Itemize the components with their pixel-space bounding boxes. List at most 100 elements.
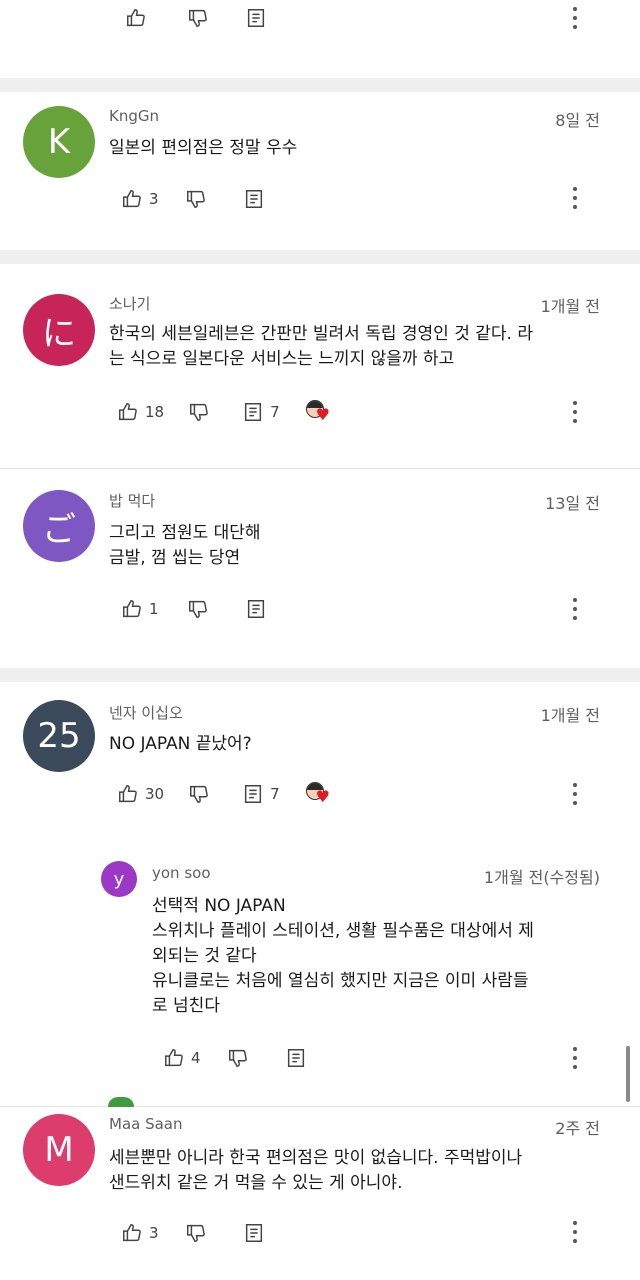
heart-icon: ♥ — [315, 787, 330, 806]
avatar[interactable]: y — [101, 861, 137, 897]
comment-text-line: 한국의 세븐일레븐은 간판만 빌려서 독립 경영인 것 같다. 라 — [109, 324, 533, 344]
reply-comment-icon — [245, 785, 262, 803]
comment-time: 8일 전 — [555, 111, 600, 130]
comment-time: 1개월 전(수정됨) — [483, 868, 600, 887]
thumb-down-icon — [190, 785, 208, 803]
comment-text-line: 유니클로는 처음에 열심히 했지만 지금은 이미 사람들 — [152, 971, 529, 991]
comment-text-line: NO JAPAN 끝났어? — [109, 734, 252, 754]
thumb-down-icon — [190, 403, 208, 421]
comment-author[interactable]: 소나기 — [109, 293, 150, 314]
thumb-up-icon — [119, 785, 137, 803]
comment-time: 2주 전 — [555, 1119, 600, 1138]
reply-button[interactable] — [245, 597, 267, 621]
reply-button[interactable] — [243, 187, 265, 211]
reply-count: 7 — [270, 785, 280, 803]
like-button[interactable]: 3 — [121, 187, 159, 211]
creator-heart-icon: ♥ — [305, 400, 334, 424]
like-count: 1 — [149, 600, 159, 618]
like-count: 3 — [149, 1224, 159, 1242]
dislike-button[interactable] — [185, 1221, 207, 1245]
heart-icon: ♥ — [315, 405, 330, 424]
reply-button[interactable]: 7 — [242, 400, 280, 424]
reply-comment-icon — [247, 9, 265, 27]
separator — [0, 1106, 640, 1107]
reply-button[interactable]: 7 — [242, 782, 280, 806]
comment-text-line: 금발, 껌 씹는 당연 — [109, 548, 241, 568]
thumb-down-icon — [186, 190, 205, 208]
comment-time: 1개월 전 — [540, 706, 600, 725]
thumb-up-icon — [119, 403, 137, 421]
comment-actions: 4 — [163, 1046, 307, 1070]
thumb-down-icon — [228, 1049, 247, 1067]
reply-comment-icon — [245, 1224, 262, 1242]
separator — [0, 78, 640, 92]
like-button[interactable]: 1 — [121, 597, 159, 621]
dislike-button[interactable] — [188, 400, 210, 424]
reply-comment-icon — [287, 1049, 304, 1067]
reply-button[interactable] — [243, 1221, 265, 1245]
comment-author[interactable]: Maa Saan — [109, 1115, 183, 1133]
comment-text: NO JAPAN 끝났어? — [109, 732, 609, 757]
comment-text: 선택적 NO JAPAN 스위치나 플레이 스테이션, 생활 필수품은 대상에서… — [152, 894, 612, 1019]
thumb-down-icon — [188, 600, 207, 618]
comment-text-line: 는 식으로 일본다운 서비스는 느끼지 않을까 하고 — [109, 349, 455, 369]
comment-actions: 18 7 ♥ — [117, 400, 334, 424]
comment-text-line: 샌드위치 같은 거 먹을 수 있는 게 아니야. — [109, 1173, 403, 1193]
like-count: 3 — [149, 190, 159, 208]
reply-button[interactable] — [285, 1046, 307, 1070]
separator — [0, 668, 640, 682]
dislike-button[interactable] — [188, 782, 210, 806]
dislike-button[interactable] — [187, 597, 209, 621]
comment-author[interactable]: 밥 먹다 — [109, 490, 155, 511]
comment-time: 13일 전 — [545, 494, 600, 513]
thumb-down-icon — [189, 9, 207, 27]
avatar[interactable]: ご — [23, 490, 95, 562]
dislike-button[interactable] — [187, 6, 209, 30]
comment-text: 세븐뿐만 아니라 한국 편의점은 맛이 없습니다. 주먹밥이나 샌드위치 같은 … — [109, 1146, 619, 1196]
thumb-up-icon — [123, 600, 141, 618]
more-vert-icon[interactable] — [565, 4, 585, 32]
more-vert-icon[interactable] — [565, 184, 585, 212]
scrollbar[interactable] — [626, 1046, 630, 1102]
thumb-down-icon — [186, 1224, 205, 1242]
more-vert-icon[interactable] — [565, 1044, 585, 1072]
comment-text-line: 세븐뿐만 아니라 한국 편의점은 맛이 없습니다. 주먹밥이나 — [109, 1148, 523, 1168]
more-vert-icon[interactable] — [565, 1218, 585, 1246]
like-button[interactable]: 18 — [117, 400, 164, 424]
like-button[interactable] — [125, 6, 147, 30]
dislike-button[interactable] — [185, 187, 207, 211]
thumb-up-icon — [127, 9, 145, 27]
like-count: 30 — [145, 785, 165, 803]
comment-actions: 3 — [121, 1221, 265, 1245]
thumb-up-icon — [123, 190, 141, 208]
like-button[interactable]: 3 — [121, 1221, 159, 1245]
comment-author[interactable]: yon soo — [152, 864, 211, 882]
comment-text-line: 외되는 것 같다 — [152, 946, 257, 966]
reply-comment-icon — [245, 403, 262, 421]
like-button[interactable]: 30 — [117, 782, 164, 806]
avatar[interactable]: K — [23, 106, 95, 178]
comment-actions: 30 7 ♥ — [117, 782, 334, 806]
avatar[interactable]: M — [23, 1114, 95, 1186]
dislike-button[interactable] — [227, 1046, 249, 1070]
comment-text-line: 일본의 편의점은 정말 우수 — [109, 138, 298, 158]
thumb-up-icon — [165, 1049, 183, 1067]
comment-text-line: 선택적 NO JAPAN — [152, 896, 286, 916]
next-reply-avatar-peek — [108, 1097, 134, 1107]
avatar[interactable]: に — [23, 294, 95, 366]
more-vert-icon[interactable] — [565, 398, 585, 426]
thumb-up-icon — [123, 1224, 141, 1242]
like-button[interactable]: 4 — [163, 1046, 201, 1070]
avatar[interactable]: 25 — [23, 700, 95, 772]
comment-text-line: 로 넘친다 — [152, 996, 220, 1016]
comment-actions — [125, 6, 267, 30]
comment-text: 한국의 세븐일레븐은 간판만 빌려서 독립 경영인 것 같다. 라 는 식으로 … — [109, 322, 619, 372]
reply-button[interactable] — [245, 6, 267, 30]
more-vert-icon[interactable] — [565, 780, 585, 808]
more-vert-icon[interactable] — [565, 595, 585, 623]
comment-author[interactable]: KngGn — [109, 107, 159, 125]
comment-author[interactable]: 넨자 이십오 — [109, 702, 183, 723]
comment-text: 일본의 편의점은 정말 우수 — [109, 136, 609, 161]
creator-heart-icon: ♥ — [305, 782, 334, 806]
reply-comment-icon — [247, 600, 264, 618]
